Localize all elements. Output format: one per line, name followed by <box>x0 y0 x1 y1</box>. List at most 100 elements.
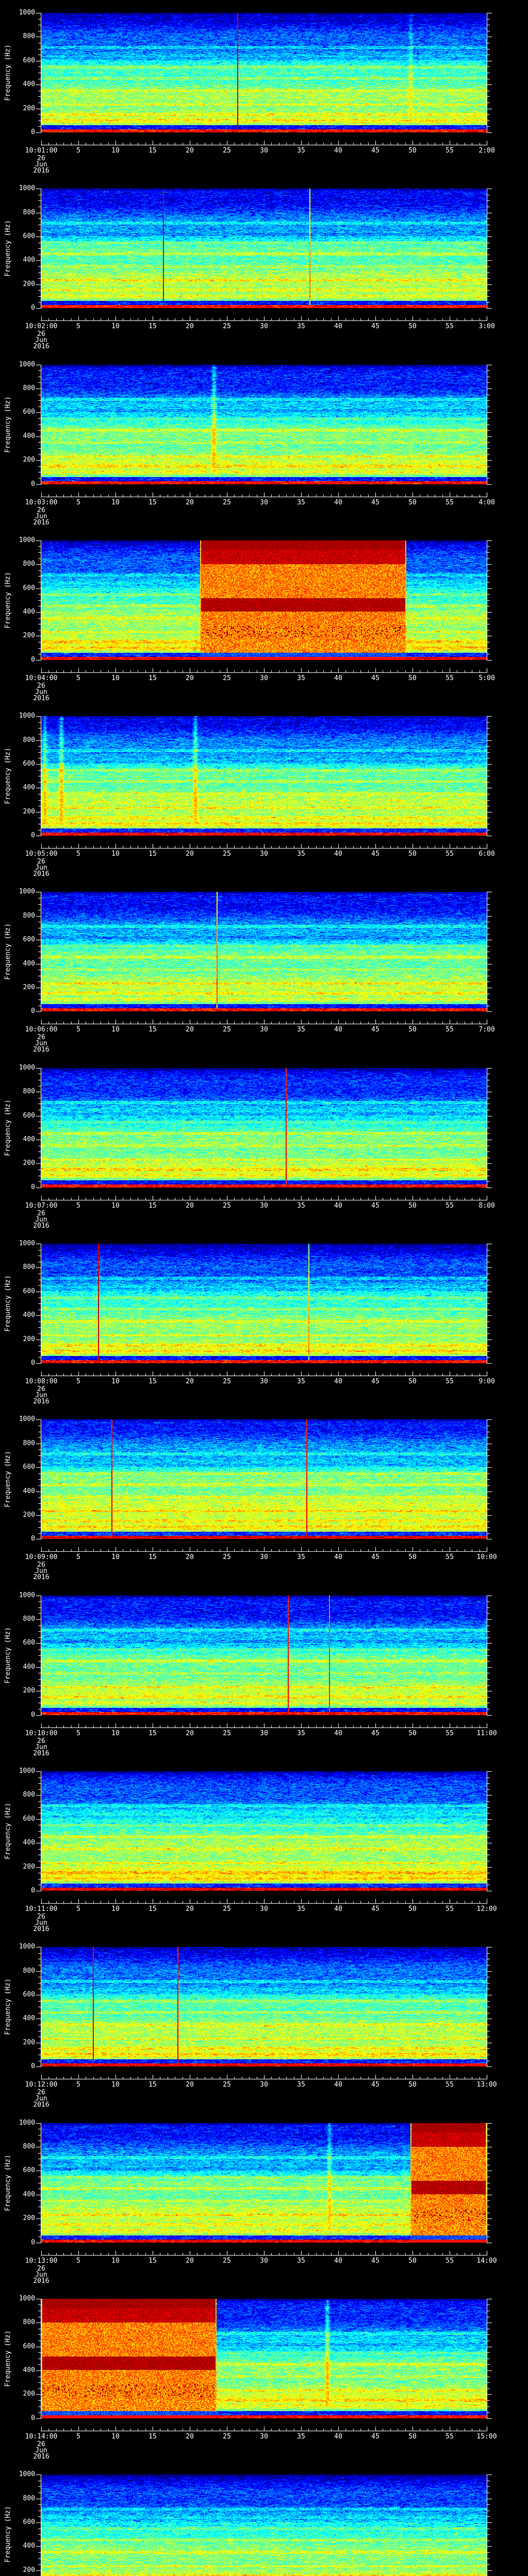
x-tick <box>286 2252 287 2255</box>
x-tick <box>130 1374 131 1376</box>
x-tick <box>316 2428 317 2431</box>
y-tick-label: 0 <box>31 304 35 312</box>
x-tick <box>78 2250 79 2255</box>
y-right-tick <box>487 1697 490 1698</box>
x-axis-line <box>41 1903 487 1904</box>
x-tick <box>145 1022 146 1024</box>
y-tick <box>38 1333 41 1334</box>
x-tick <box>249 2077 250 2079</box>
y-right-tick <box>487 1613 490 1614</box>
x-tick <box>308 670 309 672</box>
y-tick-label: 800 <box>23 736 35 744</box>
y-tick <box>36 740 41 741</box>
x-tick-label: 40 <box>334 2081 342 2089</box>
x-tick-label: 15 <box>148 2257 157 2265</box>
x-tick <box>249 1725 250 1727</box>
y-tick <box>38 1831 41 1832</box>
x-tick <box>234 1901 235 1903</box>
y-tick <box>36 1363 41 1364</box>
y-tick <box>38 1327 41 1328</box>
y-right-tick <box>487 1133 490 1134</box>
y-tick <box>36 1771 41 1772</box>
x-tick <box>390 1549 391 1552</box>
y-right-tick <box>487 740 492 741</box>
x-tick <box>145 2252 146 2255</box>
y-tick-label: 800 <box>23 560 35 568</box>
x-tick <box>412 1547 413 1552</box>
y-tick-label: 600 <box>23 759 35 768</box>
x-tick <box>338 2426 339 2431</box>
x-tick <box>63 318 64 321</box>
x-tick <box>286 143 287 145</box>
y-tick <box>38 999 41 1001</box>
y-right-tick <box>487 546 490 547</box>
x-tick <box>286 494 287 497</box>
x-tick <box>345 143 346 145</box>
x-tick <box>323 2077 324 2079</box>
x-tick <box>368 318 369 321</box>
x-tick <box>368 2428 369 2431</box>
y-right-tick <box>487 764 492 765</box>
y-tick <box>38 2352 41 2353</box>
y-tick <box>36 612 41 613</box>
x-tick-label: 20 <box>186 2257 194 2265</box>
y-tick <box>38 1807 41 1808</box>
y-right-tick <box>487 1333 490 1334</box>
time-start-label: 10:03:00 <box>25 498 58 506</box>
y-tick-label: 800 <box>23 2318 35 2327</box>
x-tick <box>41 1020 42 1024</box>
spectrogram-image <box>41 189 487 309</box>
y-right-tick <box>487 1455 490 1456</box>
x-tick-label: 30 <box>260 1026 268 1034</box>
time-start-label: 10:06:00 <box>25 1026 58 1034</box>
y-tick-label: 800 <box>23 1088 35 1096</box>
x-tick-label: 20 <box>186 1201 194 1210</box>
x-tick <box>48 2428 50 2431</box>
y-tick <box>36 1971 41 1972</box>
y-right-tick <box>487 612 492 613</box>
y-right-tick <box>487 1601 490 1602</box>
x-tick-label: 5 <box>76 2257 80 2265</box>
x-tick <box>323 1374 324 1376</box>
x-tick <box>375 316 376 321</box>
y-right-tick <box>487 916 492 917</box>
x-tick <box>271 846 272 849</box>
x-tick <box>405 846 406 849</box>
x-tick <box>345 1197 346 1200</box>
x-tick <box>323 143 324 145</box>
x-tick <box>286 1725 287 1727</box>
x-tick <box>405 318 406 321</box>
x-tick <box>360 2252 361 2255</box>
y-right-tick <box>487 382 490 383</box>
x-tick-label: 5 <box>76 147 80 155</box>
x-tick <box>63 1374 64 1376</box>
x-tick <box>345 494 346 497</box>
y-right-tick <box>487 284 492 285</box>
y-right-tick <box>487 1327 490 1328</box>
y-right-tick <box>487 1527 490 1528</box>
x-tick-label: 30 <box>260 2081 268 2089</box>
y-tick <box>38 1151 41 1153</box>
x-tick <box>427 2252 428 2255</box>
x-tick <box>71 1901 72 1903</box>
x-tick <box>338 1195 339 1200</box>
y-tick <box>36 436 41 437</box>
x-tick <box>316 318 317 321</box>
x-tick <box>145 318 146 321</box>
y-tick-label: 600 <box>23 936 35 944</box>
x-tick <box>93 1022 94 1024</box>
y-tick <box>38 2400 41 2401</box>
x-tick-label: 30 <box>260 323 268 331</box>
y-tick-label: 0 <box>31 1535 35 1543</box>
y-tick <box>36 308 41 309</box>
y-tick-label: 400 <box>23 1311 35 1319</box>
x-tick <box>412 1899 413 1903</box>
x-axis-line <box>41 320 487 321</box>
y-tick <box>38 2153 41 2154</box>
x-tick-label: 15 <box>148 323 157 331</box>
x-tick <box>353 2428 354 2431</box>
x-tick <box>345 1022 346 1024</box>
x-tick-label: 55 <box>446 1026 454 1034</box>
x-tick <box>264 141 265 145</box>
x-tick <box>234 2428 235 2431</box>
